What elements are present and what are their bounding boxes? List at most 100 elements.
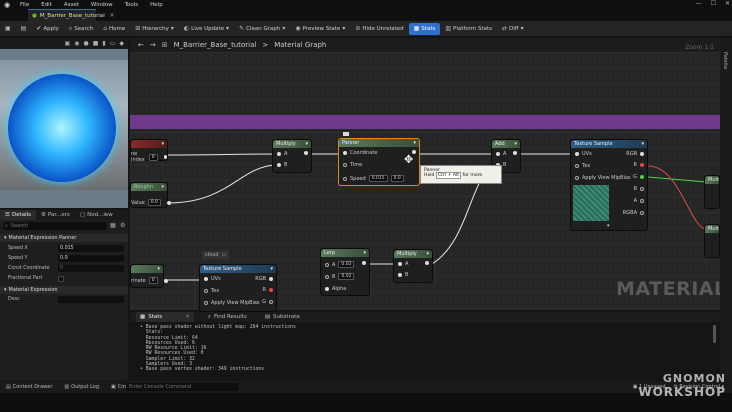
tab-substrate[interactable]: ▤ Substrate [261, 312, 304, 322]
node-partial-mult-2[interactable]: Mult [704, 224, 720, 258]
node-partial-green[interactable]: Roughn ▾ Value 0.0 [130, 182, 171, 208]
speed-y-value[interactable]: 0.0 [390, 175, 404, 182]
pin-tex[interactable]: Tex [575, 163, 590, 169]
menu-window[interactable]: Window [85, 2, 119, 8]
pin-rgba[interactable]: RGBA [623, 210, 644, 216]
settings-gear-icon[interactable]: ⚙ [120, 222, 125, 229]
breadcrumb-asset[interactable]: M_Barrier_Base_tutorial [174, 41, 257, 49]
pin-dot[interactable] [166, 200, 171, 205]
palette-tab-vertical[interactable]: Palette [722, 52, 728, 69]
pin-out[interactable] [513, 151, 517, 155]
node-lerp[interactable]: Lerp ▾ A 0.02 B 0.02 Alpha [320, 248, 370, 296]
speed-y-field[interactable]: 0.0 [58, 255, 124, 262]
pin-rgb[interactable]: RGB [255, 276, 273, 282]
pin-index[interactable]: ne Index 0 [131, 151, 167, 163]
menu-tools[interactable]: Tools [119, 2, 145, 8]
pin-mipbias[interactable]: Apply View MipBias [575, 175, 631, 181]
menu-asset[interactable]: Asset [58, 2, 85, 8]
pin-rgb[interactable]: RGB [626, 151, 644, 157]
pin-coordinate[interactable]: rinate 0 [131, 277, 168, 284]
live-update-button[interactable]: ◐ Live Update ▾ [179, 23, 234, 35]
tab-node-preview[interactable]: ▢ Nod...iew [75, 210, 118, 220]
preview-state-button[interactable]: ◉ Preview State ▾ [290, 23, 350, 35]
pin-b[interactable]: B [277, 162, 287, 168]
node-partial-mult-1[interactable]: Mult [704, 175, 720, 209]
viewport-options-icon[interactable]: ▣ [65, 40, 71, 47]
tab-stats[interactable]: ▦ Stats ✕ [136, 312, 194, 322]
expand-arrow-icon[interactable]: ▾ [607, 223, 610, 229]
teapot-icon[interactable]: ◆ [119, 40, 124, 47]
desc-field[interactable] [58, 296, 124, 303]
section-material-expression-panner[interactable]: ▾ Material Expression Panner [0, 234, 128, 242]
platform-stats-button[interactable]: ▥ Platform Stats [440, 23, 497, 35]
pin-b[interactable]: B [398, 272, 408, 278]
node-texture-sample-1[interactable]: Texture Sample ▾ UVs Tex Apply View MipBi… [570, 139, 648, 231]
search-button[interactable]: ⌕ Search [64, 23, 98, 35]
pin-value[interactable]: Value 0.0 [131, 199, 171, 206]
pin-alpha[interactable]: Alpha [325, 286, 346, 292]
hide-unrelated-button[interactable]: ⊘ Hide Unrelated [350, 23, 408, 35]
tab-details[interactable]: ☰ Details [0, 210, 37, 220]
lerp-a-value[interactable]: 0.02 [338, 261, 355, 268]
pin-g[interactable]: G [633, 174, 644, 180]
pin-r[interactable]: R [634, 162, 644, 168]
section-material-expression[interactable]: ▾ Material Expression [0, 286, 128, 294]
pin-r[interactable]: R [263, 287, 273, 293]
node-multiply-1[interactable]: Multiply ▾ A B [272, 139, 312, 173]
pin-b[interactable]: B 0.02 [325, 273, 355, 280]
sphere-icon[interactable]: ● [83, 40, 88, 47]
cube-icon[interactable]: ■ [93, 40, 99, 47]
tab-close-icon[interactable]: ✕ [185, 314, 190, 320]
fractional-part-checkbox[interactable] [58, 275, 64, 282]
pin-mipbias[interactable]: Apply View MipBias [204, 300, 260, 306]
node-partial-lower[interactable]: ▾ rinate 0 [130, 264, 168, 288]
content-drawer-button[interactable]: ▤ Content Drawer [0, 384, 58, 390]
tab-parameters[interactable]: ⚙ Par...ers [36, 210, 75, 220]
pin-b-out[interactable]: B [634, 186, 644, 192]
pin-a-out[interactable]: A [634, 198, 644, 204]
comment-cloud[interactable]: cloud ▭ [202, 251, 230, 259]
tab-find-results[interactable]: ⌕ Find Results [204, 312, 251, 322]
apply-button[interactable]: ✔ Apply [31, 23, 64, 35]
home-button[interactable]: ⌂ Home [98, 23, 130, 35]
output-log-button[interactable]: ▥ Output Log [58, 384, 105, 390]
close-icon[interactable]: ✕ [725, 0, 730, 7]
hierarchy-button[interactable]: ⊞ Hierarchy ▾ [130, 23, 179, 35]
minimize-icon[interactable]: — [696, 0, 702, 7]
console-input[interactable]: Enter Console Command [126, 383, 238, 391]
diff-button[interactable]: ⇄ Diff ▾ [497, 23, 529, 35]
index-value[interactable]: 0 [148, 153, 158, 161]
maximize-icon[interactable]: ☐ [711, 0, 716, 7]
cylinder-icon[interactable]: ▮ [102, 40, 105, 47]
document-tab[interactable]: ● M_Barrier_Base_tutorial ✕ [28, 9, 114, 21]
pin-out[interactable] [425, 261, 429, 265]
back-arrow-icon[interactable]: ← [138, 41, 144, 49]
unreal-logo-icon[interactable]: ◉ [0, 0, 14, 9]
clean-graph-button[interactable]: ✎ Clean Graph ▾ [234, 23, 290, 35]
breadcrumb-page[interactable]: Material Graph [274, 41, 326, 49]
stats-button[interactable]: ▦ Stats [408, 22, 441, 35]
grid-view-icon[interactable]: ▦ [110, 222, 116, 229]
browse-button[interactable]: ▤ [16, 23, 32, 35]
value-field[interactable]: 0.0 [147, 199, 161, 206]
menu-help[interactable]: Help [144, 2, 169, 8]
tab-close-icon[interactable]: ✕ [110, 13, 115, 19]
pin-speed[interactable]: Speed 0.015 0.0 [343, 175, 404, 182]
comment-bubble-icon[interactable] [343, 132, 349, 136]
menu-file[interactable]: File [14, 2, 35, 8]
node-texture-sample-2[interactable]: Texture Sample ▾ UVs Tex Apply View MipBi… [199, 264, 277, 312]
lerp-b-value[interactable]: 0.02 [338, 273, 355, 280]
node-multiply-2[interactable]: Multiply ▾ A B [393, 249, 433, 283]
pin-a[interactable]: A [277, 151, 287, 157]
pin-g[interactable]: G [262, 299, 273, 305]
pin-a[interactable]: A [496, 151, 506, 157]
pin-uvs[interactable]: UVs [204, 276, 221, 282]
forward-arrow-icon[interactable]: → [150, 41, 156, 49]
pin-dot[interactable] [163, 155, 167, 159]
pin-time[interactable]: Time [343, 162, 362, 168]
coordinate-value[interactable]: 0 [148, 277, 158, 284]
const-coordinate-field[interactable]: 0 [58, 265, 124, 272]
node-partial-red[interactable]: ▾ ne Index 0 [130, 139, 168, 163]
pin-out[interactable] [362, 261, 366, 265]
speed-x-field[interactable]: 0.015 [58, 245, 124, 252]
